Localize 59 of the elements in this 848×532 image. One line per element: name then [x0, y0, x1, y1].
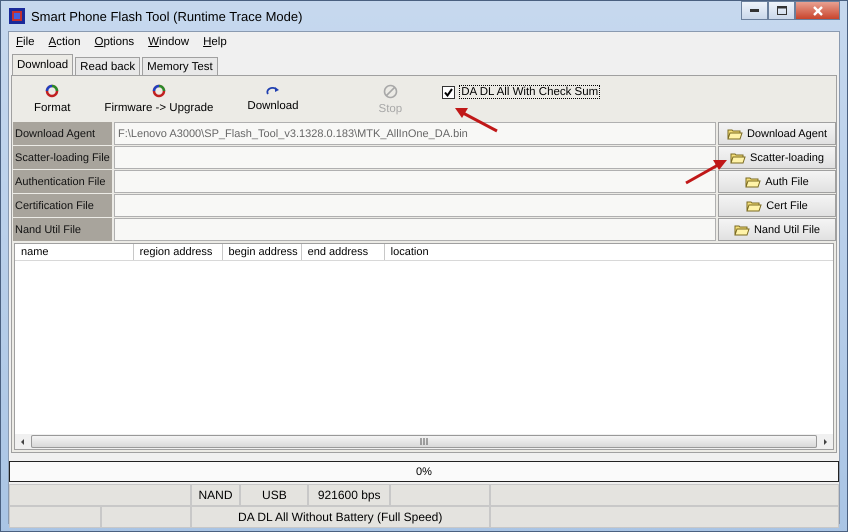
status-cell: USB — [240, 484, 308, 506]
recycle-icon — [45, 84, 60, 98]
toolbar-button[interactable]: Format — [34, 84, 70, 114]
browse-button[interactable]: Scatter-loading — [718, 146, 836, 169]
browse-button[interactable]: Auth File — [718, 170, 836, 193]
recycle-icon — [152, 84, 166, 98]
field-label: Nand Util File — [13, 218, 112, 241]
maximize-button[interactable] — [768, 1, 795, 20]
stop-icon — [382, 84, 398, 98]
browse-button[interactable]: Download Agent — [718, 122, 836, 145]
folder-icon — [734, 224, 750, 236]
column-header[interactable]: region address — [134, 244, 223, 260]
file-path-field[interactable] — [114, 170, 716, 193]
tab[interactable]: Memory Test — [142, 57, 218, 75]
close-icon — [812, 6, 824, 16]
scroll-left-icon[interactable] — [19, 438, 27, 446]
file-path-field[interactable] — [114, 146, 716, 169]
horizontal-scrollbar[interactable] — [15, 434, 833, 449]
grip-icon — [420, 438, 428, 445]
app-icon — [9, 8, 25, 24]
column-header[interactable]: location — [384, 244, 833, 260]
folder-icon — [726, 128, 743, 140]
folder-icon — [745, 176, 762, 188]
field-label: Download Agent — [13, 122, 112, 145]
file-path-field[interactable]: F:\Lenovo A3000\SP_Flash_Tool_v3.1328.0.183\MTK_AllInOne_DA.bin — [114, 122, 716, 145]
field-label: Scatter-loading File — [13, 146, 112, 169]
minimize-icon — [750, 8, 760, 12]
menu-item[interactable]: Window — [148, 36, 190, 48]
menu-item[interactable]: Options — [94, 36, 134, 48]
field-label: Certification File — [13, 194, 112, 217]
column-header[interactable]: begin address — [222, 244, 302, 260]
file-path-field[interactable] — [114, 218, 716, 241]
toolbar-button[interactable]: Firmware -> Upgrade — [104, 84, 214, 114]
close-button[interactable] — [795, 1, 840, 20]
window-title: Smart Phone Flash Tool (Runtime Trace Mode) — [31, 8, 302, 24]
menu-item[interactable]: Help — [203, 36, 227, 48]
field-label: Authentication File — [13, 170, 112, 193]
menu-item[interactable]: Action — [48, 36, 81, 48]
scroll-right-icon[interactable] — [821, 438, 829, 446]
status-cell: NAND — [190, 484, 240, 506]
column-header[interactable]: end address — [302, 244, 385, 260]
browse-button[interactable]: Cert File — [718, 194, 836, 217]
menu-item[interactable]: File — [16, 36, 35, 48]
maximize-icon — [776, 6, 786, 15]
status-cell: DA DL All Without Battery (Full Speed) — [190, 506, 490, 528]
toolbar-button[interactable]: Download — [247, 86, 299, 112]
progress-text: 0% — [416, 466, 432, 478]
tab[interactable]: Read back — [75, 57, 140, 75]
column-header[interactable]: name — [15, 244, 134, 260]
checkbox[interactable] — [442, 86, 456, 98]
status-cell: 921600 bps — [308, 484, 390, 506]
browse-button[interactable]: Nand Util File — [718, 218, 836, 241]
folder-icon — [746, 200, 762, 212]
scroll-thumb[interactable] — [31, 435, 817, 448]
folder-icon — [730, 152, 746, 164]
tab[interactable]: Download — [12, 54, 74, 75]
redo-arrow-icon — [266, 86, 280, 96]
file-path-field[interactable] — [114, 194, 716, 217]
minimize-button[interactable] — [741, 1, 768, 20]
